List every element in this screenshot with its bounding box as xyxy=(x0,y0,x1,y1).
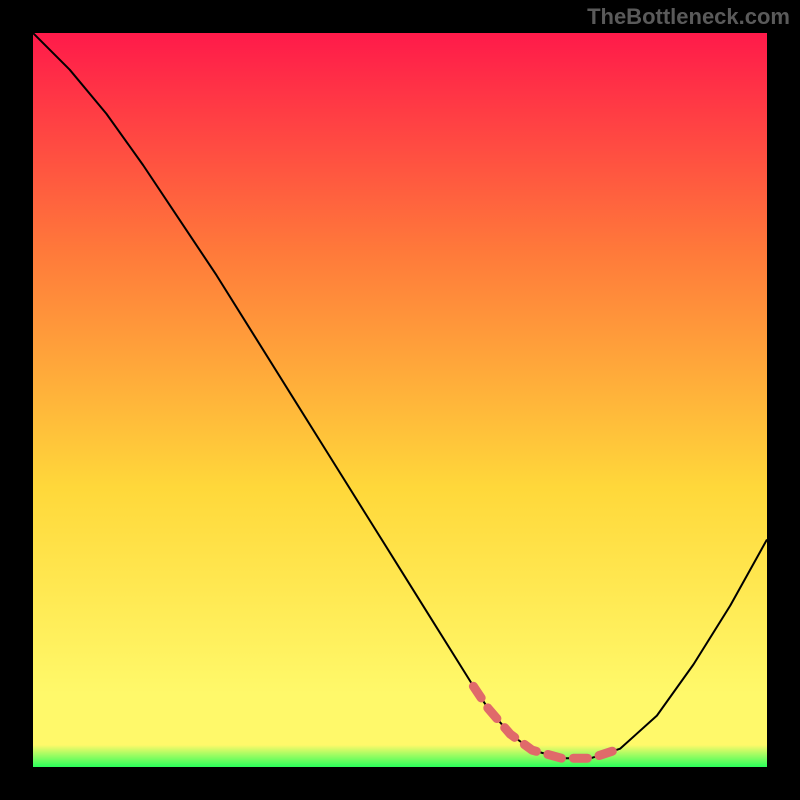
chart-background xyxy=(33,33,767,767)
chart-plot-area xyxy=(33,33,767,767)
watermark-text: TheBottleneck.com xyxy=(587,4,790,30)
chart-svg xyxy=(33,33,767,767)
chart-container: TheBottleneck.com xyxy=(0,0,800,800)
